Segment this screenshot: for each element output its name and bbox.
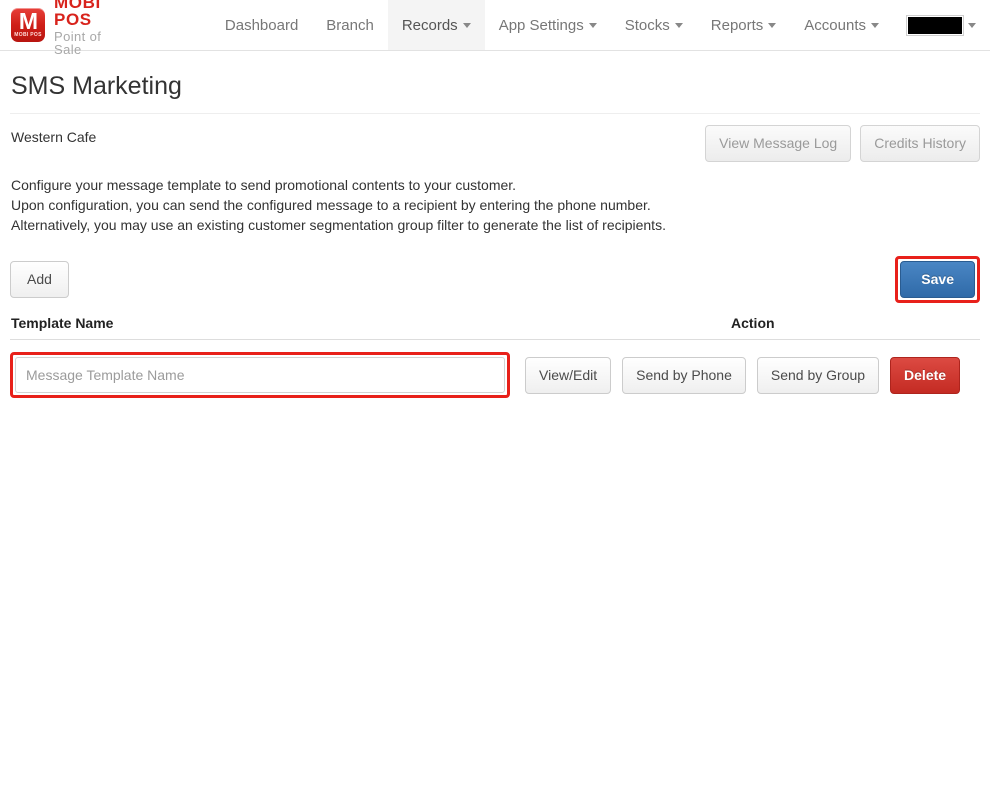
brand-tagline: Point of Sale: [54, 28, 102, 57]
add-button[interactable]: Add: [10, 261, 69, 298]
table-row: View/Edit Send by Phone Send by Group De…: [10, 340, 980, 398]
template-name-input[interactable]: [15, 357, 505, 393]
title-divider: [10, 113, 980, 114]
templates-table: Template Name Action View/Edit Send by P…: [10, 315, 980, 398]
nav-item-account-user[interactable]: [893, 0, 990, 50]
redacted-username: [906, 14, 964, 36]
description-line-3: Alternatively, you may use an existing c…: [11, 217, 666, 233]
page-content: SMS Marketing Western Cafe View Message …: [0, 71, 990, 398]
description-line-1: Configure your message template to send …: [11, 177, 517, 193]
nav-item-dashboard[interactable]: Dashboard: [211, 0, 312, 50]
template-name-input-highlight: [10, 352, 510, 398]
view-edit-button[interactable]: View/Edit: [525, 356, 612, 394]
subheader-actions: View Message Log Credits History: [705, 125, 980, 162]
column-header-action: Action: [731, 315, 775, 331]
logo-subtext: MOBI POS: [14, 32, 42, 38]
brand-text: MOBI POS Point of Sale: [54, 0, 104, 57]
page-title: SMS Marketing: [11, 72, 182, 100]
branch-name: Western Cafe: [11, 129, 97, 145]
nav-item-label: Accounts: [804, 16, 866, 34]
nav-item-label: Dashboard: [224, 16, 299, 34]
send-by-group-button[interactable]: Send by Group: [756, 356, 880, 394]
nav-item-branch[interactable]: Branch: [312, 0, 388, 50]
action-bar: Add Save: [10, 256, 980, 303]
nav-item-reports[interactable]: Reports: [697, 0, 791, 50]
credits-history-button[interactable]: Credits History: [860, 125, 980, 162]
row-action-buttons: View/Edit Send by Phone Send by Group De…: [525, 356, 961, 394]
description-block: Configure your message template to send …: [10, 175, 980, 235]
nav-item-label: Records: [401, 16, 458, 34]
chevron-down-icon: [588, 22, 597, 28]
chevron-down-icon: [768, 22, 777, 28]
description-line-2: Upon configuration, you can send the con…: [11, 197, 651, 213]
top-navbar: M MOBI POS MOBI POS Point of Sale Dashbo…: [0, 0, 990, 56]
nav-item-app-settings[interactable]: App Settings: [485, 0, 611, 50]
column-header-template-name: Template Name: [11, 315, 114, 331]
mobipos-logo-icon: M MOBI POS: [11, 8, 45, 42]
chevron-down-icon: [462, 22, 471, 28]
send-by-phone-button[interactable]: Send by Phone: [622, 356, 746, 394]
nav-item-label: Branch: [326, 16, 374, 34]
nav-item-accounts[interactable]: Accounts: [790, 0, 893, 50]
brand-logo[interactable]: M MOBI POS MOBI POS Point of Sale: [0, 0, 104, 56]
view-message-log-button[interactable]: View Message Log: [705, 125, 852, 162]
save-button[interactable]: Save: [900, 261, 975, 298]
nav-item-stocks[interactable]: Stocks: [611, 0, 697, 50]
chevron-down-icon: [871, 22, 879, 28]
table-header-row: Template Name Action: [10, 315, 980, 340]
nav-item-records[interactable]: Records: [387, 0, 485, 50]
delete-button[interactable]: Delete: [890, 356, 961, 394]
chevron-down-icon: [968, 22, 976, 28]
save-button-highlight: Save: [895, 256, 980, 303]
nav-item-label: App Settings: [498, 16, 584, 34]
nav-items: Dashboard Branch Records App Settings St…: [211, 0, 990, 50]
brand-title: MOBI POS: [54, 0, 101, 29]
nav-item-label: Reports: [710, 16, 764, 34]
logo-letter: M: [18, 8, 38, 34]
subheader-row: Western Cafe View Message Log Credits Hi…: [10, 125, 980, 162]
chevron-down-icon: [674, 22, 683, 28]
nav-item-label: Stocks: [624, 16, 670, 34]
